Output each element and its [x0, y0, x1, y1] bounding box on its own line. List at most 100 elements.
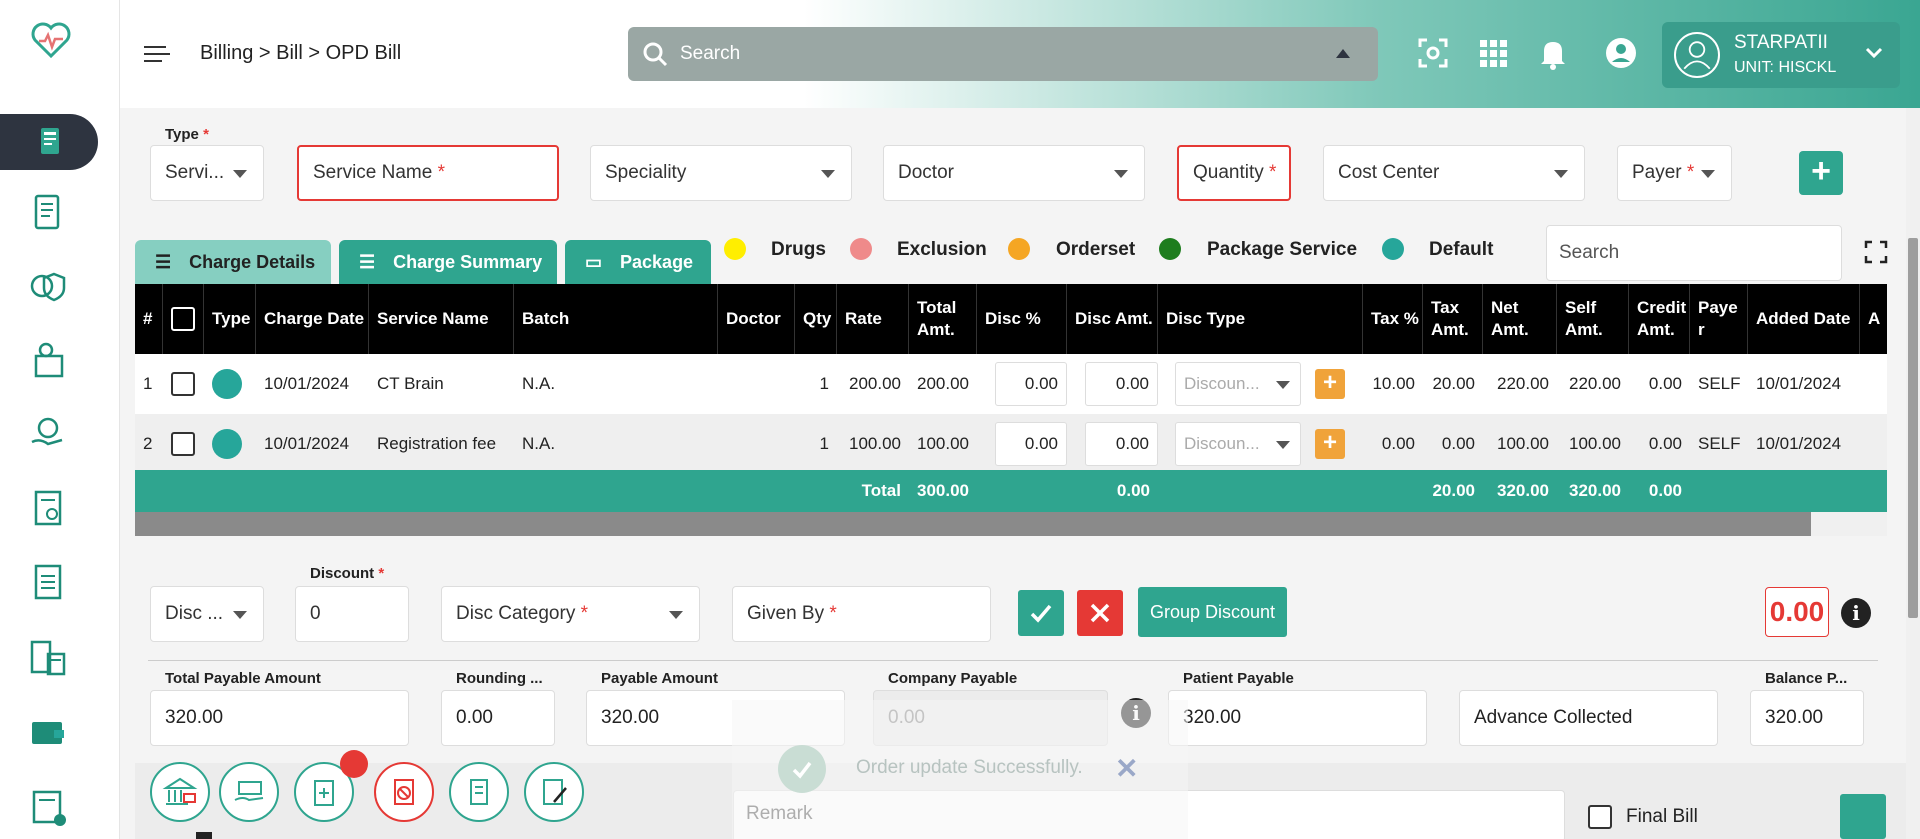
app-logo-icon[interactable]: [30, 20, 72, 60]
tab-charge-details[interactable]: ☰ Charge Details: [135, 240, 331, 284]
dropdown-arrow-icon: [1114, 170, 1128, 178]
sidebar-item-documents[interactable]: [22, 186, 74, 238]
bill-receipt-button[interactable]: [449, 762, 509, 822]
add-disc-type-button[interactable]: +: [1315, 429, 1345, 459]
service-name-input[interactable]: Service Name *: [297, 145, 559, 201]
row-checkbox[interactable]: [171, 372, 195, 396]
row-number: 2: [143, 434, 153, 453]
menu-toggle-icon[interactable]: [144, 46, 170, 64]
total-payable-label: Total Payable Amount: [165, 670, 321, 687]
sidebar-item-invoices[interactable]: [22, 556, 74, 608]
dropdown-arrow-icon: [233, 170, 247, 178]
dropdown-arrow-icon: [669, 611, 683, 619]
table-row[interactable]: 1 10/01/2024 CT Brain N.A. 1 200.00 200.…: [135, 354, 1887, 414]
tab-package[interactable]: ▭ Package: [565, 240, 711, 284]
wallet-icon: [32, 722, 64, 744]
doctor-select[interactable]: Doctor: [883, 145, 1145, 201]
fullscreen-icon[interactable]: [1864, 240, 1888, 264]
info-icon[interactable]: i: [1841, 598, 1871, 628]
add-disc-type-button[interactable]: +: [1315, 369, 1345, 399]
user-menu[interactable]: STARPATII UNIT: HISCKL: [1662, 22, 1900, 88]
col-extra: A: [1868, 308, 1881, 328]
chevron-up-icon[interactable]: [1336, 49, 1350, 58]
row-checkbox[interactable]: [171, 432, 195, 456]
col-tax-pct: Tax %: [1363, 284, 1423, 354]
scan-icon[interactable]: [1416, 36, 1450, 70]
bank-transfer-button[interactable]: [150, 762, 210, 822]
row-disc-pct-cell: 0.00: [987, 414, 1067, 474]
add-service-button[interactable]: +: [1799, 151, 1843, 195]
total-credit-amt: 0.00: [1648, 481, 1682, 500]
disc-category-select[interactable]: Disc Category *: [441, 586, 700, 642]
row-type-cell: [204, 414, 256, 474]
total-disc-amt: 0.00: [1116, 481, 1150, 500]
row-disc-type-cell: Discoun... +: [1167, 414, 1363, 474]
sidebar-item-wallet[interactable]: [22, 706, 74, 758]
disc-type-select[interactable]: Discoun...: [1175, 362, 1301, 406]
scrollbar-thumb[interactable]: [1908, 238, 1918, 618]
legend-dot-exclusion: [850, 238, 872, 260]
toast-close-icon[interactable]: ✕: [1115, 752, 1138, 785]
rounding-field: 0.00: [441, 690, 555, 746]
cost-center-select[interactable]: Cost Center: [1323, 145, 1585, 201]
final-bill-checkbox[interactable]: [1588, 805, 1612, 829]
row-disc-amt-cell: 0.00: [1077, 414, 1158, 474]
bill-summary-button[interactable]: [1840, 794, 1886, 839]
table-horizontal-scrollbar[interactable]: [135, 512, 1887, 536]
row-service-name: Registration fee: [377, 434, 497, 453]
cancel-bill-button[interactable]: [374, 762, 434, 822]
tab-charge-summary[interactable]: ☰ Charge Summary: [339, 240, 557, 284]
row-tax-amt: 20.00: [1432, 374, 1475, 393]
sidebar-item-refunds[interactable]: [22, 408, 74, 460]
advance-collected-field[interactable]: Advance Collected: [1459, 690, 1718, 746]
user-avatar-icon: [1674, 32, 1720, 78]
edit-document-button[interactable]: [524, 762, 584, 822]
quantity-input[interactable]: Quantity *: [1177, 145, 1291, 201]
payer-select[interactable]: Payer *: [1617, 145, 1732, 201]
balance-payable-label: Balance P...: [1765, 670, 1848, 687]
row-rate: 100.00: [849, 434, 901, 453]
sidebar-item-bill-cancel[interactable]: [22, 782, 74, 834]
calculator-bill-icon: [30, 640, 66, 676]
global-search-input[interactable]: Search: [628, 27, 1378, 81]
apply-discount-button[interactable]: [1018, 590, 1064, 636]
row-payer: SELF: [1698, 374, 1741, 393]
table-search-input[interactable]: Search: [1546, 225, 1842, 281]
type-select[interactable]: Servi...: [150, 145, 264, 201]
sidebar-item-insurance[interactable]: [22, 260, 74, 312]
row-number: 1: [143, 374, 153, 393]
discount-label: Discount *: [310, 565, 385, 582]
sidebar-item-payments[interactable]: [22, 334, 74, 386]
disc-amt-input[interactable]: 0.00: [1085, 422, 1158, 466]
speciality-select[interactable]: Speciality: [590, 145, 852, 201]
scrollbar-thumb[interactable]: [135, 512, 1811, 536]
user-name: STARPATII: [1734, 32, 1828, 53]
disc-pct-input[interactable]: 0.00: [995, 362, 1067, 406]
disc-amt-input[interactable]: 0.00: [1085, 362, 1158, 406]
group-discount-button[interactable]: Group Discount: [1138, 587, 1287, 637]
cash-payment-button[interactable]: [219, 762, 279, 822]
breadcrumb: Billing > Bill > OPD Bill: [200, 42, 402, 64]
clear-discount-button[interactable]: [1077, 590, 1123, 636]
disc-type-select[interactable]: Discoun...: [1175, 422, 1301, 466]
given-by-input[interactable]: Given By *: [732, 586, 991, 642]
select-all-checkbox[interactable]: [171, 307, 195, 331]
bell-icon[interactable]: [1536, 36, 1570, 70]
disc-pct-input[interactable]: 0.00: [995, 422, 1067, 466]
row-type-cell: [204, 354, 256, 414]
page-vertical-scrollbar[interactable]: [1906, 108, 1920, 839]
sidebar-item-billing[interactable]: [0, 114, 98, 170]
account-circle-icon[interactable]: [1604, 36, 1638, 70]
apps-grid-icon[interactable]: [1476, 36, 1510, 70]
notification-badge: [340, 750, 368, 778]
sidebar-item-certificates[interactable]: [22, 482, 74, 534]
row-disc-amt-cell: 0.00: [1077, 354, 1158, 414]
legend-label-orderset: Orderset: [1056, 239, 1136, 260]
sidebar-item-calculator[interactable]: [22, 632, 74, 684]
table-row[interactable]: 2 10/01/2024 Registration fee N.A. 1 100…: [135, 414, 1887, 474]
final-bill-toggle[interactable]: Final Bill: [1588, 805, 1698, 829]
discount-input[interactable]: 0: [295, 586, 409, 642]
disc-type-global-select[interactable]: Disc ...: [150, 586, 264, 642]
col-batch: Batch: [514, 284, 718, 354]
row-charge-date: 10/01/2024: [264, 374, 350, 393]
